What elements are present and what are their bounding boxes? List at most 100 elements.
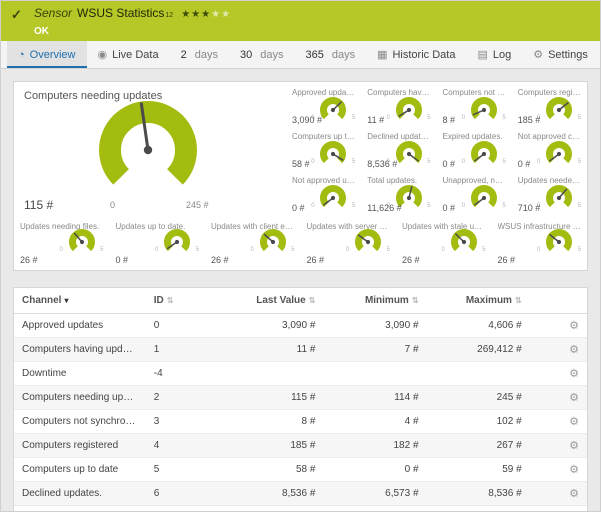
gauge-value: 0 # bbox=[518, 159, 531, 169]
tab-label: 2 bbox=[181, 49, 187, 61]
channel-last-value: 8,536 # bbox=[203, 482, 323, 506]
gauge-dial: 05 bbox=[545, 140, 573, 168]
sensor-status-text: OK bbox=[34, 26, 231, 37]
gauge-declined-updates[interactable]: Declined updates.058,536 # bbox=[361, 128, 436, 172]
gauge-computers-registered[interactable]: Computers registered05185 # bbox=[512, 84, 587, 128]
column-header-channel[interactable]: Channel▾ bbox=[14, 288, 146, 314]
channel-id: 3 bbox=[146, 410, 203, 434]
channel-id: 1 bbox=[146, 338, 203, 362]
channel-settings-wrench-icon[interactable]: ⚙ bbox=[569, 392, 579, 404]
gauge-total-updates[interactable]: Total updates.0511,626 # bbox=[361, 172, 436, 216]
tab-historic-data[interactable]: ▦Historic Data bbox=[366, 41, 466, 68]
gauge-scale-min: 0 bbox=[442, 247, 445, 253]
channel-settings-wrench-icon[interactable]: ⚙ bbox=[569, 440, 579, 452]
table-row-declined-updates: Declined updates.68,536 #6,573 #8,536 #⚙ bbox=[14, 482, 587, 506]
tab-overview[interactable]: ◔ Overview bbox=[7, 41, 87, 68]
gauge-scale-min: 0 bbox=[462, 159, 465, 165]
gauge-not-approved-updates[interactable]: Not approved updates050 # bbox=[286, 172, 361, 216]
sort-arrows-icon: ⇅ bbox=[167, 296, 174, 305]
channel-last-value: 58 # bbox=[203, 458, 323, 482]
gauge-value: 0 # bbox=[292, 203, 305, 213]
gauge-updates-needed-by-co[interactable]: Updates needed by co...05710 # bbox=[512, 172, 587, 216]
channel-name: Declined updates. bbox=[14, 482, 146, 506]
channel-settings-wrench-icon[interactable]: ⚙ bbox=[569, 488, 579, 500]
channel-last-value: 11 # bbox=[203, 338, 323, 362]
channel-minimum: 3,090 # bbox=[323, 314, 426, 338]
gauge-computers-up-to-date[interactable]: Computers up to date0558 # bbox=[286, 128, 361, 172]
sensor-title: WSUS Statistics bbox=[77, 6, 164, 20]
gauge-value: 26 # bbox=[211, 255, 229, 265]
gauge-scale-max: 5 bbox=[196, 247, 199, 253]
gauge-expired-updates[interactable]: Expired updates.050 # bbox=[437, 128, 512, 172]
channel-minimum: 114 # bbox=[323, 386, 426, 410]
tab-label: 365 bbox=[305, 49, 323, 61]
tab-label: Live Data bbox=[112, 49, 158, 61]
gauge-value: 26 # bbox=[498, 255, 516, 265]
channel-actions-cell: ⚙ bbox=[530, 482, 587, 506]
column-header-id[interactable]: ID⇅ bbox=[146, 288, 203, 314]
gauge-value: 11 # bbox=[367, 115, 384, 125]
gauge-computers-having-upd[interactable]: Computers having upd...0511 # bbox=[361, 84, 436, 128]
gauge-scale-min: 0 bbox=[387, 115, 390, 121]
channel-settings-wrench-icon[interactable]: ⚙ bbox=[569, 320, 579, 332]
gauge-scale-max: 5 bbox=[352, 203, 355, 209]
channel-last-value: 8 # bbox=[203, 410, 323, 434]
tab-log[interactable]: ▤Log bbox=[466, 41, 522, 68]
tab-365-days[interactable]: 365days bbox=[294, 41, 366, 68]
channel-id: 5 bbox=[146, 458, 203, 482]
main-gauge-value: 115 # bbox=[24, 198, 53, 212]
overview-gauge-icon: ◔ bbox=[18, 49, 25, 61]
gauge-updates-with-server-err[interactable]: Updates with server err...0526 # bbox=[301, 218, 397, 268]
channel-id: 6 bbox=[146, 482, 203, 506]
column-header-minimum[interactable]: Minimum⇅ bbox=[323, 288, 426, 314]
priority-stars[interactable]: ★★★★★ bbox=[181, 8, 231, 22]
channel-id: -4 bbox=[146, 362, 203, 386]
channel-minimum: 6,573 # bbox=[323, 482, 426, 506]
tab-live-data[interactable]: ◉ Live Data bbox=[87, 41, 170, 68]
gauge-not-approved-critical-o[interactable]: Not approved critical o...050 # bbox=[512, 128, 587, 172]
channel-name: Approved updates bbox=[14, 314, 146, 338]
priority-star-icon: ★ bbox=[191, 9, 201, 20]
tab-30-days[interactable]: 30days bbox=[229, 41, 295, 68]
gauge-updates-needing-files[interactable]: Updates needing files.0526 # bbox=[14, 218, 110, 268]
sort-arrows-icon: ⇅ bbox=[515, 296, 522, 305]
sort-arrows-icon: ⇅ bbox=[309, 296, 316, 305]
gauge-scale-min: 0 bbox=[311, 203, 314, 209]
gauge-scale-max: 5 bbox=[427, 203, 430, 209]
table-row-approved-updates: Approved updates03,090 #3,090 #4,606 #⚙ bbox=[14, 314, 587, 338]
channel-name: Computers registered bbox=[14, 434, 146, 458]
channel-maximum: 4,606 # bbox=[427, 314, 530, 338]
main-gauge-computers-needing-updates[interactable]: Computers needing updates 115 # 0 245 # bbox=[14, 82, 286, 218]
channel-settings-wrench-icon[interactable]: ⚙ bbox=[569, 464, 579, 476]
tab-label-suffix: days bbox=[195, 49, 218, 61]
tab-2-days[interactable]: 2 days bbox=[170, 41, 229, 68]
gauge-value: 8 # bbox=[443, 115, 456, 125]
gauge-computers-not-synchr[interactable]: Computers not synchr...058 # bbox=[437, 84, 512, 128]
column-header-label: Minimum bbox=[365, 295, 409, 306]
channel-settings-wrench-icon[interactable]: ⚙ bbox=[569, 416, 579, 428]
live-data-icon: ◉ bbox=[98, 48, 108, 61]
tab-label: Overview bbox=[30, 49, 76, 61]
gauge-updates-up-to-date[interactable]: Updates up to date.050 # bbox=[110, 218, 206, 268]
column-header-last-value[interactable]: Last Value⇅ bbox=[203, 288, 323, 314]
tab-settings[interactable]: ⚙Settings bbox=[522, 41, 599, 68]
channels-table: Channel▾ID⇅Last Value⇅Minimum⇅Maximum⇅ A… bbox=[14, 288, 587, 512]
channel-settings-wrench-icon[interactable]: ⚙ bbox=[569, 344, 579, 356]
tab-label: Historic Data bbox=[392, 49, 455, 61]
gauge-updates-with-stale-upd[interactable]: Updates with stale upd...0526 # bbox=[396, 218, 492, 268]
column-header-maximum[interactable]: Maximum⇅ bbox=[427, 288, 530, 314]
gauge-updates-with-client-err[interactable]: Updates with client err...0526 # bbox=[205, 218, 301, 268]
gauge-dial: 05 bbox=[319, 184, 347, 212]
prtg-sensor-page: ✓ Sensor WSUS Statistics 12 ★★★★★ OK ◔Ov… bbox=[0, 0, 601, 512]
channel-actions-cell: ⚙ bbox=[530, 362, 587, 386]
gauge-wsus-infrastructure-u[interactable]: WSUS infrastructure u...0526 # bbox=[492, 218, 588, 268]
gauge-approved-updates[interactable]: Approved updates053,090 # bbox=[286, 84, 361, 128]
channel-minimum: 4 # bbox=[323, 410, 426, 434]
channel-maximum: 245 # bbox=[427, 386, 530, 410]
tab-bar: ◔ Overview ◉ Live Data 2 days 30days365days▦Hi… bbox=[1, 41, 600, 69]
gauge-scale-min: 0 bbox=[346, 247, 349, 253]
gauge-unapproved-needed-u[interactable]: Unapproved, needed u...050 # bbox=[437, 172, 512, 216]
sort-arrows-icon: ⇅ bbox=[412, 296, 419, 305]
channel-settings-wrench-icon[interactable]: ⚙ bbox=[569, 368, 579, 380]
main-gauge-dial bbox=[98, 100, 198, 205]
